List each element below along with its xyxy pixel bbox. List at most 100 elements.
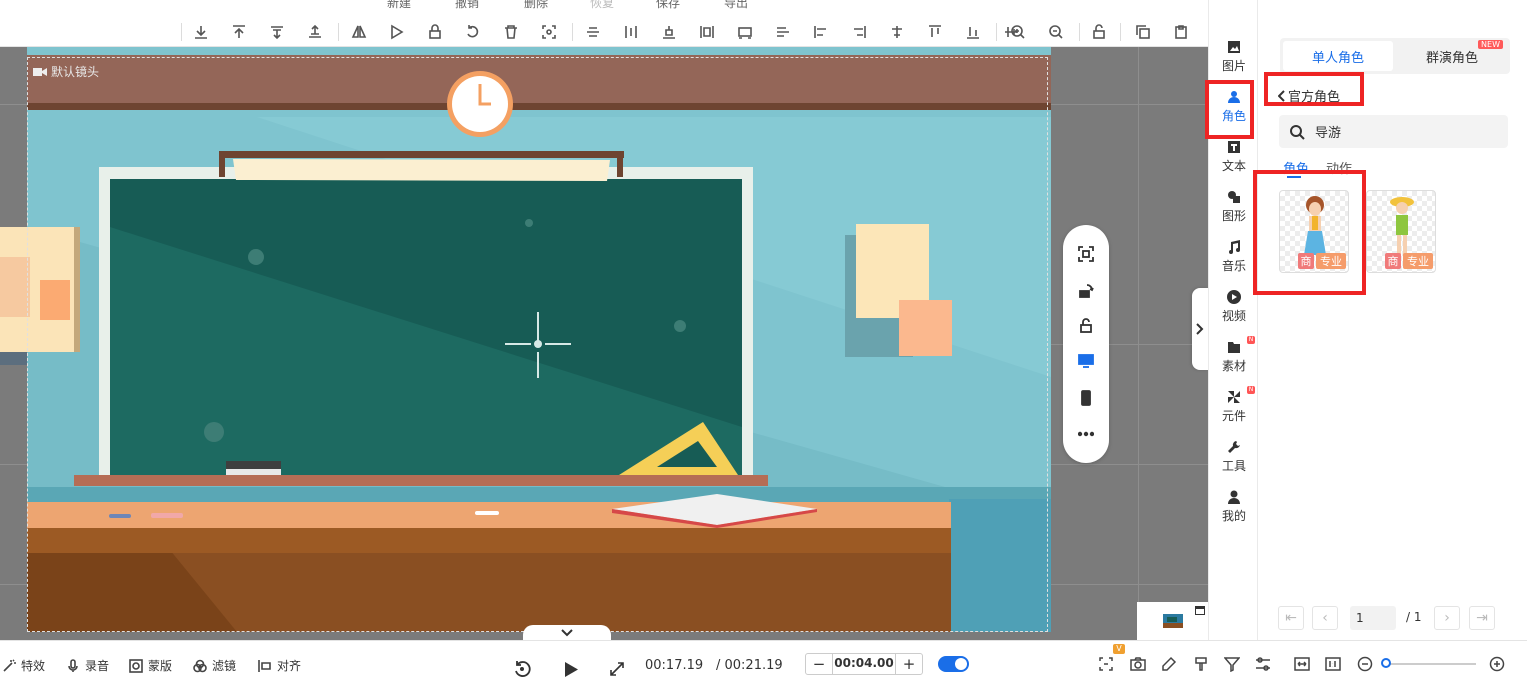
rotate-icon[interactable] [1077, 282, 1095, 300]
brush-icon[interactable] [1193, 656, 1209, 672]
window-icon[interactable] [1195, 606, 1205, 615]
sidebar-item-image[interactable]: 图片 [1209, 34, 1259, 80]
sidebar-item-tools[interactable]: 工具 [1209, 434, 1259, 480]
duration-value[interactable]: 00:04.00 [832, 653, 896, 675]
center-h-icon[interactable] [585, 24, 601, 40]
tag-pro: 专业 [1316, 253, 1346, 269]
filter-button[interactable]: 滤镜 [193, 657, 236, 674]
center-icon[interactable] [889, 24, 905, 40]
canvas-area[interactable]: 默认镜头 [0, 47, 1208, 640]
distribute-h-icon[interactable] [661, 24, 677, 40]
play-icon[interactable] [563, 661, 579, 678]
chevron-left-icon [1278, 89, 1285, 102]
zoom-slider-handle[interactable] [1381, 658, 1391, 668]
unlock-icon[interactable] [1091, 24, 1107, 40]
last-page-button[interactable]: ⇥ [1469, 606, 1495, 630]
tab-label: 单人角色 [1311, 50, 1364, 66]
stage-frame [27, 57, 1048, 632]
lock-icon[interactable] [427, 24, 443, 40]
fit-width-icon[interactable] [1294, 656, 1310, 672]
first-page-button[interactable]: ⇤ [1278, 606, 1304, 630]
effects-button[interactable]: 特效 [2, 657, 45, 674]
more-icon[interactable] [1077, 425, 1095, 443]
back-button[interactable]: 官方角色 [1278, 86, 1340, 105]
toolbar-divider [1120, 23, 1121, 41]
filter-funnel-icon[interactable] [1223, 656, 1241, 673]
menu-new[interactable]: 新建 [387, 0, 411, 11]
align-bottom-icon[interactable] [193, 24, 209, 40]
desktop-icon[interactable] [1077, 352, 1095, 370]
preview-thumbnail[interactable] [1137, 602, 1208, 640]
sidebar-item-label: 图形 [1221, 209, 1246, 223]
current-time: 00:17.19 [645, 658, 704, 673]
character-card[interactable]: 商 专业 [1366, 190, 1436, 273]
distribute-v-icon[interactable] [699, 24, 715, 40]
crop-icon[interactable] [541, 24, 557, 40]
paste-icon[interactable] [1173, 24, 1189, 40]
sidebar-item-material[interactable]: 素材 N [1209, 334, 1259, 380]
settings-sliders-icon[interactable] [1255, 656, 1271, 672]
menu-redo[interactable]: 恢复 [590, 0, 614, 11]
bottom-bar: 特效 录音 蒙版 滤镜 对齐 00:17.19 / 00:21.19 − 00:… [0, 640, 1527, 685]
delete-icon[interactable] [503, 24, 519, 40]
fullscreen-icon[interactable] [609, 661, 625, 677]
prev-page-button[interactable]: ‹ [1312, 606, 1338, 630]
snapshot-icon[interactable] [1130, 656, 1146, 672]
actual-size-icon[interactable] [1325, 656, 1341, 672]
top-menu: 新建 撤销 删除 恢复 保存 导出 [0, 0, 1208, 17]
menu-delete[interactable]: 删除 [524, 0, 548, 11]
preview-toggle[interactable] [938, 656, 969, 672]
tab-group-role[interactable]: 群演角色 NEW [1397, 40, 1507, 71]
unlock-icon[interactable] [1077, 317, 1095, 335]
sidebar-item-text[interactable]: 文本 [1209, 134, 1259, 180]
duration-minus-button[interactable]: − [806, 655, 832, 673]
menu-save[interactable]: 保存 [656, 0, 680, 11]
sidebar-item-component[interactable]: 元件 N [1209, 384, 1259, 430]
zoom-in-icon[interactable] [1489, 656, 1505, 672]
zoom-in-icon[interactable] [1010, 24, 1026, 40]
search-input[interactable] [1315, 124, 1485, 139]
mobile-icon[interactable] [1077, 389, 1095, 407]
replay-icon[interactable] [513, 660, 531, 678]
center-v-icon[interactable] [623, 24, 639, 40]
sidebar-item-label: 我的 [1221, 509, 1246, 523]
sidebar-item-music[interactable]: 音乐 [1209, 234, 1259, 280]
camera-track-icon[interactable] [1098, 656, 1114, 672]
menu-export[interactable]: 导出 [724, 0, 748, 11]
align-bottom2-icon[interactable] [965, 24, 981, 40]
align-top2-icon[interactable] [927, 24, 943, 40]
zoom-out-icon[interactable] [1048, 24, 1064, 40]
panel-expand-tab[interactable] [1192, 288, 1208, 370]
rotate-icon[interactable] [465, 24, 481, 40]
duration-plus-button[interactable]: + [896, 655, 922, 673]
mask-button[interactable]: 蒙版 [129, 657, 172, 674]
zoom-slider[interactable] [1384, 663, 1476, 665]
page-input[interactable]: 1 [1350, 606, 1396, 630]
component-icon [1228, 391, 1240, 403]
record-button[interactable]: 录音 [66, 657, 109, 674]
edit-icon[interactable] [1161, 656, 1177, 672]
move-up-icon[interactable] [307, 24, 323, 40]
stretch-icon[interactable] [775, 24, 791, 40]
menu-undo[interactable]: 撤销 [455, 0, 479, 11]
copy-icon[interactable] [1135, 24, 1151, 40]
align-left-icon[interactable] [813, 24, 829, 40]
flip-h-icon[interactable] [351, 24, 367, 40]
video-icon [1227, 290, 1241, 304]
align-right-icon[interactable] [851, 24, 867, 40]
fit-icon[interactable] [737, 24, 753, 40]
move-down-icon[interactable] [269, 24, 285, 40]
next-page-button[interactable]: › [1434, 606, 1460, 630]
sidebar-item-shape[interactable]: 图形 [1209, 184, 1259, 230]
timeline-toggle[interactable] [523, 625, 611, 640]
flip-v-icon[interactable] [389, 24, 405, 40]
sidebar-item-label: 音乐 [1221, 259, 1246, 273]
zoom-out-icon[interactable] [1357, 656, 1373, 672]
align-button[interactable]: 对齐 [258, 657, 301, 674]
sidebar-item-mine[interactable]: 我的 [1209, 484, 1259, 530]
tab-single-role[interactable]: 单人角色 [1283, 41, 1393, 71]
sidebar-item-video[interactable]: 视频 [1209, 284, 1259, 330]
screen-capture-icon[interactable] [1077, 245, 1095, 263]
character-card[interactable]: 商 专业 [1279, 190, 1349, 273]
align-top-icon[interactable] [231, 24, 247, 40]
